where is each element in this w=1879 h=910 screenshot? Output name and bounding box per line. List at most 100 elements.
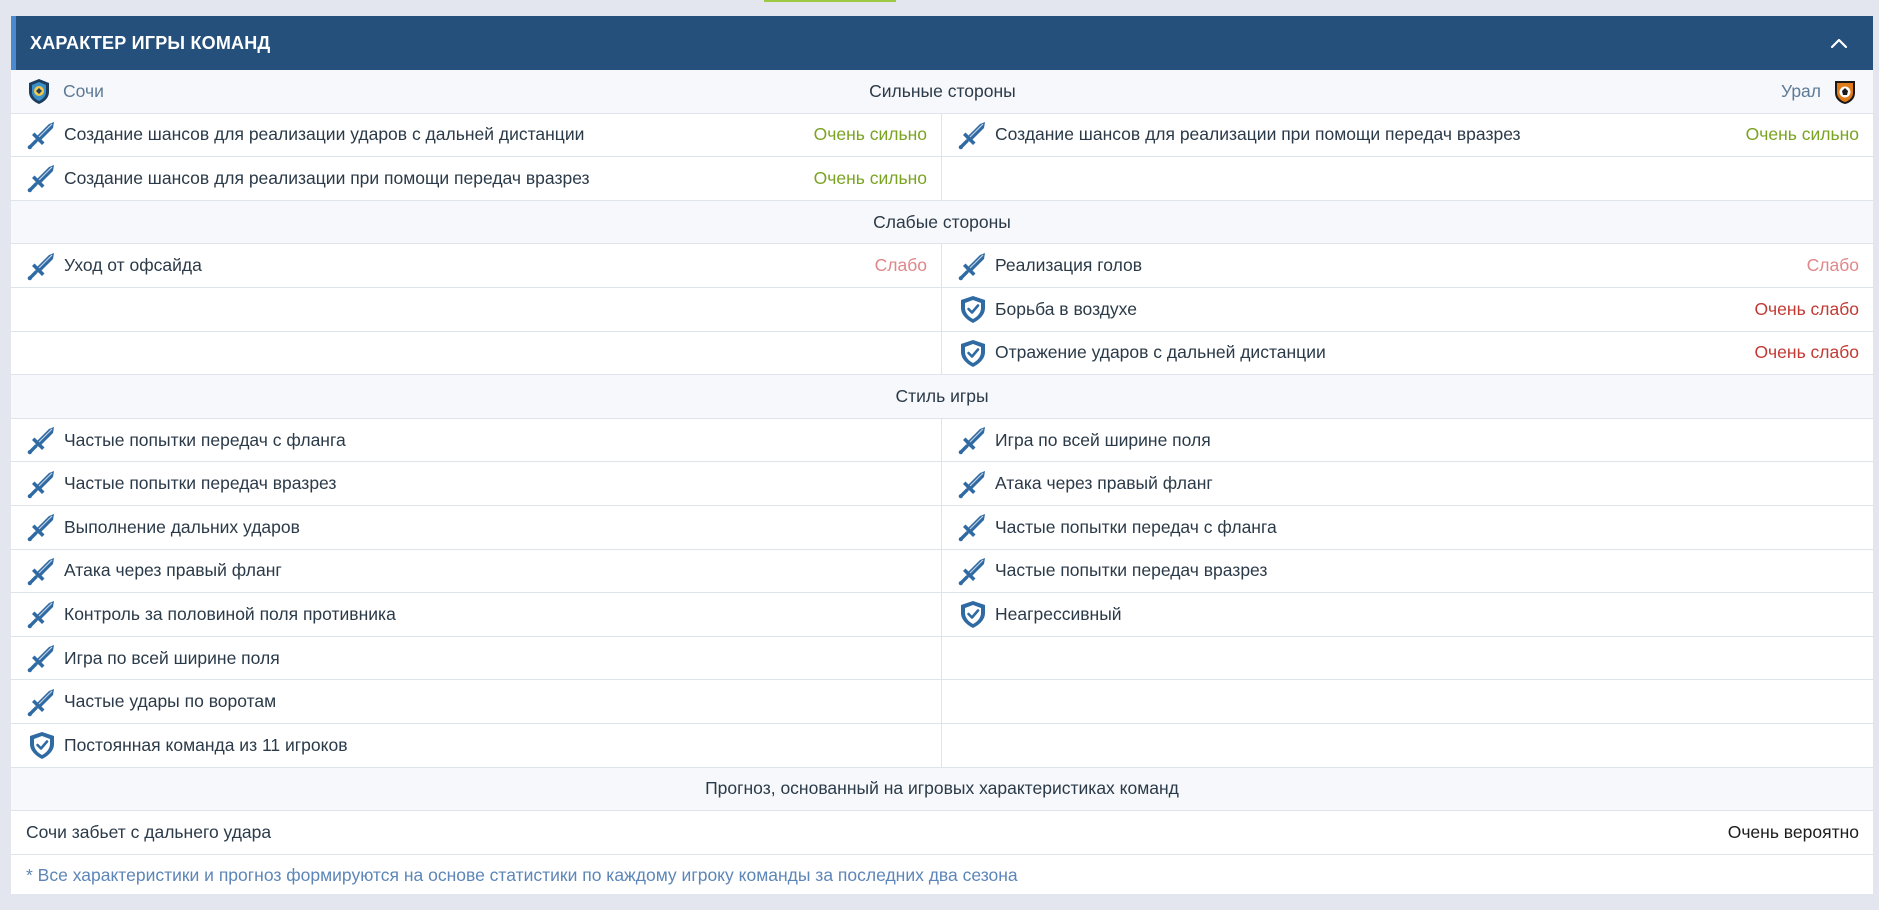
style-row: Частые попытки передач вразрез Атака чере… (11, 462, 1873, 506)
home-cell: Игра по всей ширине поля (11, 636, 942, 680)
strengths-list: Создание шансов для реализации ударов с … (11, 113, 1873, 201)
sword-icon (27, 121, 54, 150)
rating-label: Очень сильно (813, 167, 927, 188)
shield-icon (30, 732, 54, 760)
characteristic-label: Создание шансов для реализации при помощ… (64, 167, 590, 188)
characteristic-label: Игра по всей ширине поля (64, 647, 280, 668)
characteristic-label: Контроль за половиной поля противника (64, 603, 396, 624)
away-cell: Борьба в воздухе Очень слабо (942, 288, 1873, 331)
style-row: Атака через правый фланг Частые попытки п… (11, 549, 1873, 594)
sword-icon (958, 121, 985, 150)
style-row: Контроль за половиной поля противника Неа… (11, 593, 1873, 637)
forecast-value: Очень вероятно (1727, 821, 1859, 842)
characteristic-label: Частые попытки передач вразрез (64, 473, 337, 494)
sword-icon (27, 165, 54, 193)
away-cell: Игра по всей ширине поля (942, 419, 1873, 462)
characteristic-label: Атака через правый фланг (995, 473, 1213, 494)
home-cell: Постоянная команда из 11 игроков (11, 723, 942, 767)
away-cell (942, 637, 1873, 680)
strengths-title: Сильные стороны (869, 80, 1016, 101)
sword-icon (958, 252, 985, 280)
characteristic-label: Постоянная команда из 11 игроков (64, 734, 348, 755)
strengths-row: Создание шансов для реализации ударов с … (11, 113, 1873, 158)
shield-icon (961, 296, 985, 324)
strengths-row: Создание шансов для реализации при помощ… (11, 157, 1873, 201)
style-row: Игра по всей ширине поля (11, 636, 1873, 681)
characteristic-label: Частые попытки передач вразрез (995, 560, 1268, 581)
sochi-logo-icon (29, 79, 49, 105)
chevron-up-icon (1830, 38, 1848, 49)
sword-icon (27, 470, 54, 498)
shield-icon (961, 339, 985, 367)
forecast-section-header: Прогноз, основанный на игровых характери… (11, 767, 1873, 812)
sword-icon (27, 514, 54, 542)
characteristic-label: Атака через правый фланг (64, 560, 282, 581)
characteristic-label: Борьба в воздухе (995, 298, 1137, 319)
panel-title: ХАРАКТЕР ИГРЫ КОМАНД (30, 32, 271, 53)
home-cell: Уход от офсайда Слабо (11, 244, 942, 287)
forecast-text: Сочи забьет с дальнего удара (26, 821, 272, 842)
home-cell: Выполнение дальних ударов (11, 505, 942, 549)
weaknesses-section-header: Слабые стороны (11, 200, 1873, 245)
home-cell: Создание шансов для реализации при помощ… (11, 157, 942, 200)
characteristic-label: Частые удары по воротам (64, 691, 277, 712)
away-cell (942, 680, 1873, 723)
characteristic-label: Частые попытки передач с фланга (995, 516, 1277, 537)
home-cell: Контроль за половиной поля противника (11, 593, 942, 636)
home-cell: Создание шансов для реализации ударов с … (11, 113, 942, 157)
away-cell: Частые попытки передач с фланга (942, 506, 1873, 549)
characteristic-label: Уход от офсайда (64, 255, 202, 276)
ural-logo-icon (1835, 81, 1855, 105)
home-cell (11, 331, 942, 375)
away-team[interactable]: Урал (1781, 77, 1859, 105)
footnote: * Все характеристики и прогноз формируют… (26, 865, 1018, 886)
away-cell: Атака через правый фланг (942, 462, 1873, 505)
style-title: Стиль игры (895, 385, 989, 406)
style-list: Частые попытки передач с фланга Игра по в… (11, 418, 1873, 768)
away-cell (942, 724, 1873, 767)
panel-header[interactable]: ХАРАКТЕР ИГРЫ КОМАНД (11, 16, 1873, 70)
weaknesses-row: Уход от офсайда Слабо Реализация голов Слаб… (11, 244, 1873, 288)
weaknesses-title: Слабые стороны (873, 211, 1011, 232)
active-tab-indicator (764, 0, 896, 2)
weaknesses-list: Уход от офсайда Слабо Реализация голов Слаб… (11, 244, 1873, 376)
characteristic-label: Создание шансов для реализации при помощ… (995, 124, 1521, 145)
away-team-name: Урал (1780, 80, 1821, 101)
team-character-panel: ХАРАКТЕР ИГРЫ КОМАНД Сочи Сильные сторон… (11, 16, 1873, 894)
home-cell (11, 287, 942, 331)
characteristic-label: Игра по всей ширине поля (995, 429, 1211, 450)
collapse-button[interactable] (1827, 31, 1851, 55)
characteristic-label: Выполнение дальних ударов (64, 516, 300, 537)
rating-label: Очень слабо (1754, 342, 1859, 363)
sword-icon (27, 601, 54, 629)
forecast-row: Сочи забьет с дальнего удара Очень вероя… (11, 811, 1873, 855)
away-cell (942, 157, 1873, 200)
sword-icon (27, 645, 54, 673)
home-team-name: Сочи (63, 80, 104, 101)
characteristic-label: Отражение ударов с дальней дистанции (995, 342, 1326, 363)
sword-icon (958, 470, 985, 498)
sword-icon (958, 557, 985, 586)
home-cell: Частые попытки передач вразрез (11, 462, 942, 505)
sword-icon (27, 252, 54, 280)
away-cell: Создание шансов для реализации при помощ… (942, 114, 1873, 157)
home-cell: Частые удары по воротам (11, 680, 942, 723)
forecast-title: Прогноз, основанный на игровых характери… (705, 778, 1179, 799)
home-team[interactable]: Сочи (25, 77, 104, 105)
characteristic-label: Реализация голов (995, 255, 1143, 276)
away-cell: Неагрессивный (942, 593, 1873, 636)
away-cell: Частые попытки передач вразрез (942, 550, 1873, 593)
sword-icon (27, 557, 54, 586)
shield-icon (961, 601, 985, 629)
home-cell: Частые попытки передач с фланга (11, 418, 942, 462)
sword-icon (958, 427, 985, 455)
characteristic-label: Создание шансов для реализации ударов с … (64, 124, 585, 145)
style-row: Частые удары по воротам (11, 680, 1873, 724)
style-row: Частые попытки передач с фланга Игра по в… (11, 418, 1873, 463)
style-section-header: Стиль игры (11, 375, 1873, 419)
home-cell: Атака через правый фланг (11, 549, 942, 593)
rating-label: Очень сильно (1745, 124, 1859, 145)
sword-icon (27, 688, 54, 716)
style-row: Выполнение дальних ударов Частые попытки … (11, 505, 1873, 550)
weaknesses-row: Борьба в воздухе Очень слабо (11, 287, 1873, 332)
